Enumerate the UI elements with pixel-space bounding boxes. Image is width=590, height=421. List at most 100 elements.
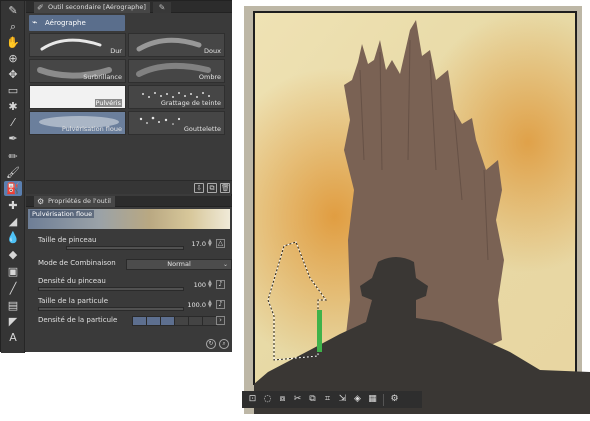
particle-size-value[interactable]: 100.0 [182,301,206,309]
brush-droplet[interactable]: Gouttelette [128,111,225,135]
density-step[interactable] [160,316,175,326]
brush-label: Dur [110,47,122,55]
brush-spray[interactable]: Pulvéris [29,85,126,109]
brush-soft[interactable]: Doux [128,33,225,57]
pen-tool-icon[interactable]: ✒ [4,131,22,146]
tool-property-panel: ⚙ Propriétés de l'outil Pulvérisation fl… [26,196,232,352]
expand-icon[interactable]: › [216,316,225,325]
figure-icon[interactable]: ╱ [4,281,22,296]
brush-blur-spray[interactable]: Pulvérisation floue [29,111,126,135]
spin-icon[interactable]: ▲ ▼ [208,280,213,289]
preview-brush-name: Pulvérisation floue [30,210,95,218]
brush-stroke-preview [40,38,102,51]
fill-icon[interactable]: ◆ [4,247,22,262]
brush-density-row: Densité du pinceau 100 ▲ ▼ ♪ [36,277,228,291]
eraser-icon[interactable]: ◢ [4,214,22,229]
brush-density-label: Densité du pinceau [38,277,106,285]
trash-icon[interactable]: 🗑 [220,183,230,193]
secondary-tab[interactable]: ✎ [153,2,171,13]
spin-icon[interactable]: ▲ ▼ [208,300,213,309]
density-step[interactable] [188,316,203,326]
ruler-icon[interactable]: ◤ [4,314,22,329]
density-step[interactable] [174,316,189,326]
airbrush-icon[interactable]: ⛽ [4,181,22,196]
green-stroke [317,310,322,352]
eyedropper-icon[interactable]: ⁄ [4,115,22,130]
frame-icon[interactable]: ▤ [4,298,22,313]
brush-tone-scratch[interactable]: Grattage de teinte [128,85,225,109]
brush-size-value[interactable]: 17.0 [186,240,206,248]
particle-size-row: Taille de la particule 100.0 ▲ ▼ ♪ [36,297,228,311]
text-icon[interactable]: A [4,330,22,345]
brush-label: Grattage de teinte [160,99,221,107]
particle-density-row: Densité de la particule › [36,316,228,330]
density-step[interactable] [202,316,217,326]
gradient-icon[interactable]: ▣ [4,264,22,279]
wrench-icon: ⚙ [37,197,45,206]
settings-icon[interactable]: ⚙ [388,393,401,406]
brush-icon[interactable]: 🖌 [4,165,22,180]
spin-icon[interactable]: ▲ ▼ [208,239,213,248]
crop-icon[interactable]: ⌗ [321,393,334,406]
pencil-icon[interactable]: ✏ [4,149,22,164]
airbrush-group-icon: ⌁ [32,18,38,28]
brush-highlight[interactable]: Surbrillance [29,59,126,83]
move-icon[interactable]: ✥ [4,67,22,82]
particle-density-steps[interactable] [132,316,228,326]
sub-tool-panel: ✐ Outil secondaire [Aérographe] ✎ ⌁ Aéro… [26,1,232,194]
fill-selection-icon[interactable]: ◈ [351,393,364,406]
toolbar-divider [383,393,384,406]
zoom-icon[interactable]: ⌕ [4,19,22,34]
brush-density-slider[interactable] [38,287,184,291]
decoration-icon[interactable]: ✚ [4,198,22,213]
copy-icon[interactable]: ⧉ [306,393,319,406]
tool-bar: ✎ ⌕ ✋ ⊕ ✥ ▭ ✱ ⁄ ✒ ✏ 🖌 ⛽ ✚ ◢ 💧 ◆ ▣ ╱ ▤ ◤ … [1,1,25,353]
hand-icon[interactable]: ✋ [4,35,22,50]
particle-density-label: Densité de la particule [38,316,118,324]
blend-mode-label: Mode de Combinaison [38,259,116,267]
brush-label: Doux [204,47,221,55]
brush-size-slider[interactable] [66,246,184,250]
artwork-canvas[interactable] [240,0,590,421]
reset-icon[interactable]: ↻ [206,339,216,349]
blend-mode-value: Normal [167,260,191,268]
deselect-icon[interactable]: ⊡ [246,393,259,406]
brush-shadow[interactable]: Ombre [128,59,225,83]
cut-icon[interactable]: ✂ [291,393,304,406]
duplicate-icon[interactable]: ⧉ [207,183,217,193]
airbrush-tab-icon: ✐ [37,3,44,12]
pressure-icon[interactable]: ♪ [216,300,225,309]
brush-preview: Pulvérisation floue [28,209,230,229]
brush-density-value[interactable]: 100 [186,281,206,289]
particle-size-slider[interactable] [38,307,184,311]
tone-icon[interactable]: ▦ [366,393,379,406]
sub-tool-tab[interactable]: ✐ Outil secondaire [Aérographe] [34,2,150,13]
blend-mode-dropdown[interactable]: Normal ⌄ [126,259,232,270]
sub-tool-group[interactable]: ⌁ Aérographe [29,15,125,31]
density-step[interactable] [146,316,161,326]
canvas-area [240,0,590,421]
blend-icon[interactable]: 💧 [4,230,22,245]
invert-icon[interactable]: ◌ [261,393,274,406]
zoom-move-icon[interactable]: ⊕ [4,51,22,66]
sub-tool-tabbar: ✐ Outil secondaire [Aérographe] ✎ [26,1,232,13]
zoom-icon[interactable]: ⌕ [219,339,229,349]
magic-wand-icon[interactable]: ✱ [4,99,22,114]
tool-property-tab[interactable]: ⚙ Propriétés de l'outil [34,196,115,207]
tool-property-tabbar: ⚙ Propriétés de l'outil [26,196,232,207]
selection-icon[interactable]: ▭ [4,83,22,98]
brush-stroke-preview [136,37,202,52]
expand-selection-icon[interactable]: ⧇ [276,393,289,406]
transform-icon[interactable]: ⇲ [336,393,349,406]
group-label: Aérographe [45,19,86,27]
brush-label: Gouttelette [183,125,221,133]
import-icon[interactable]: ⇩ [194,183,204,193]
brush-hard[interactable]: Dur [29,33,126,57]
pen-icon[interactable]: ✎ [4,3,22,18]
sub-tool-footer: ⇩ ⧉ 🗑 [26,180,232,194]
density-step[interactable] [132,316,147,326]
size-preset-icon[interactable]: △ [216,239,225,248]
pressure-icon[interactable]: ♪ [216,280,225,289]
brush-label: Pulvérisation floue [61,125,122,133]
brush-size-label: Taille de pinceau [38,236,97,244]
